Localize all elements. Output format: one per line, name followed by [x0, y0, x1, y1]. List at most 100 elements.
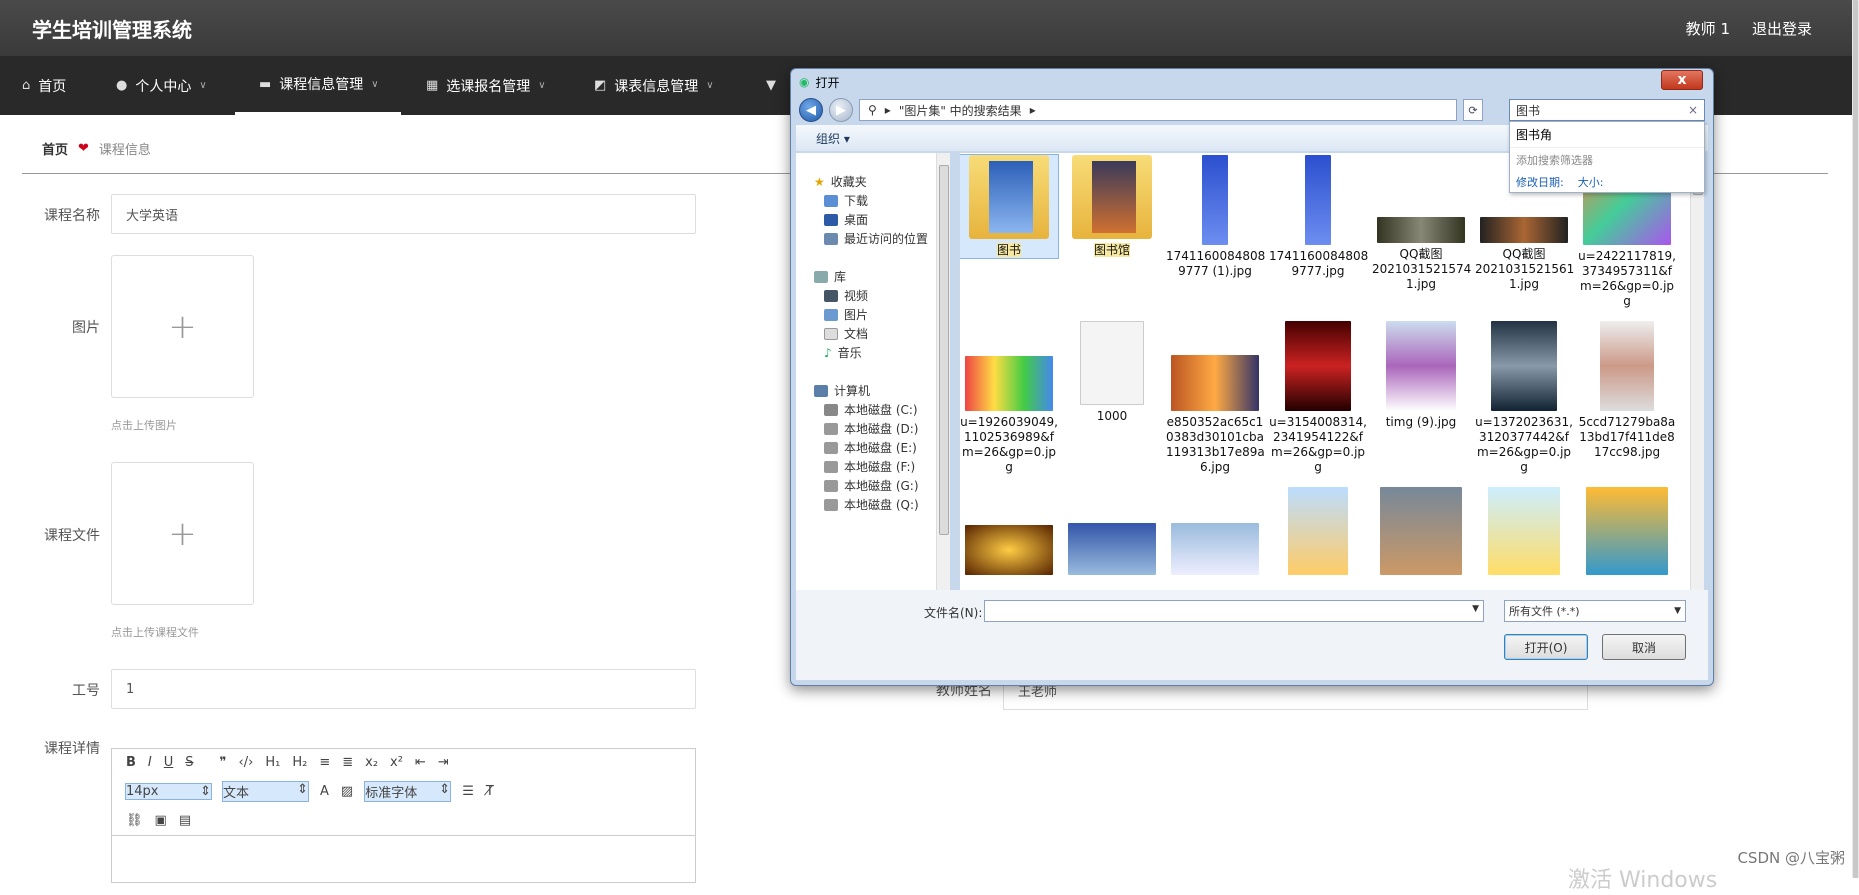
nav-schedule[interactable]: ◩ 课表信息管理 ∨	[594, 56, 714, 115]
file-item[interactable]: timg (9).jpg	[1372, 321, 1470, 430]
nav-drive[interactable]: 本地磁盘 (F:)	[796, 457, 941, 476]
file-type-select[interactable]: 所有文件 (*.*) ▼	[1504, 600, 1686, 622]
code-button[interactable]: ‹/›	[239, 755, 254, 770]
underline-button[interactable]: U	[164, 755, 174, 770]
filter-date-link[interactable]: 修改日期:	[1516, 174, 1564, 190]
bold-button[interactable]: B	[126, 755, 136, 770]
bg-color-button[interactable]: ▨	[341, 784, 353, 799]
file-upload-button[interactable]: +	[111, 462, 254, 605]
folder-icon	[1072, 155, 1152, 239]
h2-button[interactable]: H₂	[292, 755, 307, 770]
cancel-button[interactable]: 取消	[1602, 634, 1686, 660]
format-select[interactable]: 文本 ⇕	[222, 781, 309, 802]
nav-scrollbar[interactable]	[936, 153, 950, 590]
image-thumbnail	[1285, 321, 1351, 411]
logout-link[interactable]: 退出登录	[1752, 18, 1812, 39]
nav-libraries[interactable]: 库	[796, 267, 941, 286]
file-item[interactable]	[1475, 487, 1573, 579]
superscript-button[interactable]: x²	[390, 755, 403, 770]
job-no-input[interactable]: 1	[111, 669, 696, 709]
page-scrollbar[interactable]	[1852, 0, 1859, 878]
file-item[interactable]: 1741160084808 9777 (1).jpg	[1166, 155, 1265, 279]
forward-button[interactable]: ▶	[829, 98, 853, 122]
outdent-button[interactable]: ⇤	[415, 755, 426, 770]
nav-home[interactable]: ⌂ 首页	[22, 56, 66, 115]
refresh-button[interactable]: ⟳	[1463, 99, 1483, 121]
clear-format-button[interactable]: T̸	[486, 784, 494, 799]
breadcrumb-home[interactable]: 首页	[42, 139, 68, 158]
nav-favorites[interactable]: ★ 收藏夹	[796, 172, 941, 191]
italic-button[interactable]: I	[148, 755, 152, 770]
font-size-select[interactable]: 14px ⇕	[125, 783, 212, 800]
suggestion-item[interactable]: 图书角	[1510, 122, 1704, 147]
file-item[interactable]	[1269, 487, 1367, 579]
back-button[interactable]: ◀	[799, 98, 823, 122]
user-name[interactable]: 教师 1	[1686, 18, 1730, 39]
font-color-button[interactable]: A	[320, 784, 329, 799]
file-item[interactable]: u=1372023631, 3120377442&f m=26&gp=0.jp …	[1475, 321, 1573, 475]
clear-search-icon[interactable]: ×	[1688, 103, 1698, 117]
nav-drive[interactable]: 本地磁盘 (D:)	[796, 419, 941, 438]
file-item[interactable]: 5ccd71279ba8a 13bd17f411de8 17cc98.jpg	[1578, 321, 1676, 460]
file-item[interactable]	[1166, 487, 1264, 579]
address-bar[interactable]: ⚲ ▸ "图片集" 中的搜索结果 ▸	[859, 99, 1457, 121]
nav-videos[interactable]: 视频	[796, 286, 941, 305]
dialog-title: 打开	[815, 75, 840, 90]
bullet-list-button[interactable]: ≣	[342, 755, 353, 770]
nav-personal[interactable]: ● 个人中心 ∨	[116, 56, 207, 115]
filename-input[interactable]: ▼	[984, 600, 1484, 622]
file-item[interactable]	[1063, 487, 1161, 579]
course-file-label: 课程文件	[44, 528, 100, 544]
image-upload-button[interactable]: +	[111, 255, 254, 398]
nav-desktop[interactable]: 桌面	[796, 210, 941, 229]
file-item[interactable]	[1578, 487, 1676, 579]
nav-music[interactable]: ♪ 音乐	[796, 343, 941, 362]
file-item[interactable]: u=3154008314, 2341954122&f m=26&gp=0.jp …	[1269, 321, 1367, 475]
image-thumbnail	[965, 525, 1053, 575]
nav-drive[interactable]: 本地磁盘 (G:)	[796, 476, 941, 495]
organize-button[interactable]: 组织 ▾	[816, 130, 850, 147]
search-input[interactable]: 图书 ×	[1509, 99, 1705, 121]
file-item[interactable]: e850352ac65c1 0383d30101cba 119313b17e89…	[1166, 321, 1265, 475]
file-item[interactable]	[960, 487, 1058, 579]
strike-button[interactable]: S	[185, 755, 193, 770]
nav-drive[interactable]: 本地磁盘 (E:)	[796, 438, 941, 457]
font-family-select[interactable]: 标准字体 ⇕	[364, 781, 452, 802]
file-item[interactable]: 1741160084808 9777.jpg	[1269, 155, 1368, 279]
nav-downloads[interactable]: 下载	[796, 191, 941, 210]
ordered-list-button[interactable]: ≡	[319, 755, 330, 770]
nav-computer[interactable]: 计算机	[796, 381, 941, 400]
grid-scrollbar[interactable]	[1690, 153, 1704, 590]
nav-more-icon[interactable]: ▼	[766, 56, 776, 115]
nav-pictures[interactable]: 图片	[796, 305, 941, 324]
link-icon[interactable]: ⛓	[126, 813, 143, 828]
file-item[interactable]: QQ截图 2021031521574 1.jpg	[1372, 155, 1471, 292]
nav-recent[interactable]: 最近访问的位置	[796, 229, 941, 248]
file-item[interactable]: 图书	[960, 154, 1059, 259]
editor-body[interactable]	[112, 835, 695, 895]
file-item[interactable]: u=1926039049, 1102536989&f m=26&gp=0.jp …	[960, 321, 1058, 475]
quote-button[interactable]: ❞	[220, 755, 227, 770]
dialog-close-button[interactable]: x	[1661, 70, 1703, 90]
image-thumbnail	[1380, 487, 1462, 575]
open-button[interactable]: 打开(O)	[1504, 634, 1588, 660]
nav-course-info[interactable]: ▬ 课程信息管理 ∨	[235, 56, 401, 115]
plus-icon: +	[168, 513, 197, 554]
course-name-input[interactable]: 大学英语	[111, 194, 696, 234]
nav-drive[interactable]: 本地磁盘 (C:)	[796, 400, 941, 419]
nav-documents[interactable]: 文档	[796, 324, 941, 343]
align-button[interactable]: ☰	[462, 784, 474, 799]
rich-text-editor[interactable]: BIUS ❞ ‹/› H₁ H₂ ≡ ≣ x₂ x² ⇤ ⇥ 14px ⇕ 文本 ⇕ A ▨ 标…	[111, 748, 696, 883]
file-item[interactable]: 图书馆	[1063, 155, 1161, 258]
video-icon[interactable]: ▤	[179, 813, 191, 828]
h1-button[interactable]: H₁	[265, 755, 280, 770]
indent-button[interactable]: ⇥	[438, 755, 449, 770]
subscript-button[interactable]: x₂	[365, 755, 378, 770]
nav-drive[interactable]: 本地磁盘 (Q:)	[796, 495, 941, 514]
file-item[interactable]	[1372, 487, 1470, 579]
nav-enroll[interactable]: ▦ 选课报名管理 ∨	[426, 56, 546, 115]
file-item[interactable]: 1000	[1063, 321, 1161, 424]
image-thumbnail	[1202, 155, 1228, 245]
filter-size-link[interactable]: 大小:	[1578, 174, 1604, 190]
image-icon[interactable]: ▣	[155, 813, 167, 828]
